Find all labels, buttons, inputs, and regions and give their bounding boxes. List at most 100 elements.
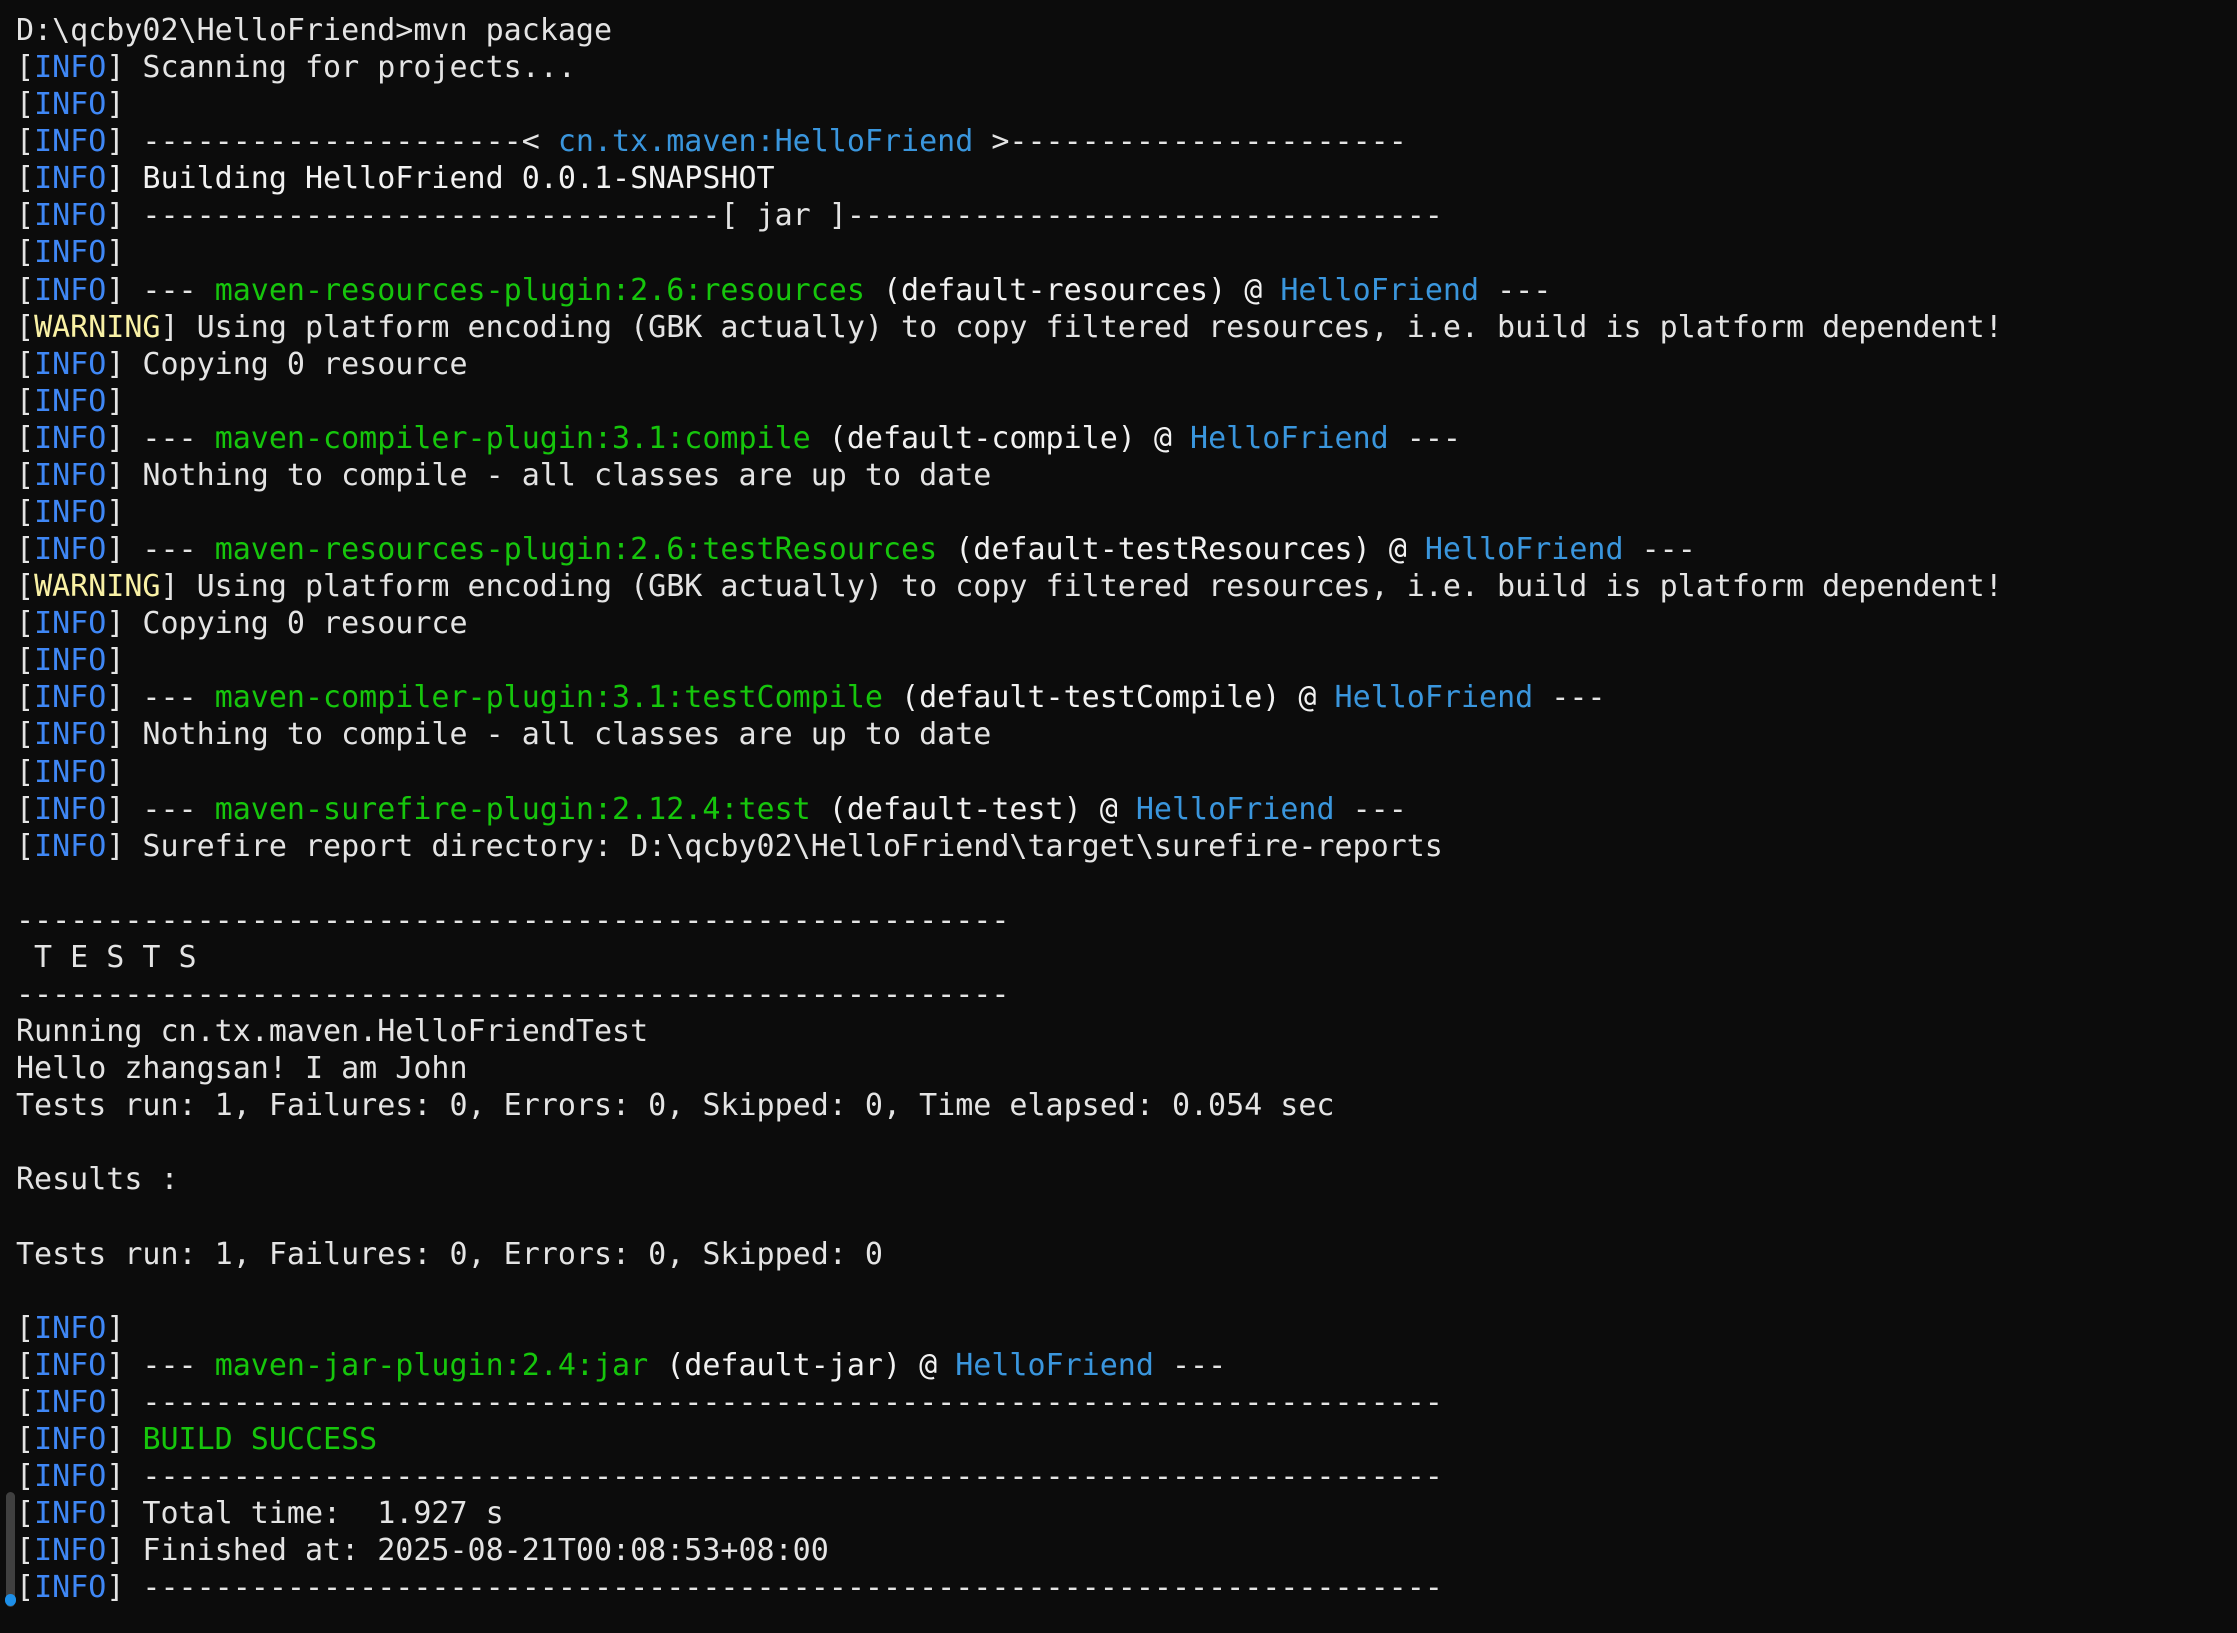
terminal-line: T E S T S (16, 939, 2221, 976)
line-text: --- (1479, 272, 1552, 308)
execution-id: (default-resources) @ (864, 272, 1281, 308)
plugin-goal: maven-jar-plugin:2.4:jar (214, 1347, 649, 1383)
execution-id: ] Building HelloFriend 0.0.1-SNAPSHOT (106, 161, 775, 197)
line-text: [ (16, 828, 35, 864)
line-text: ] Finished at: 2025-08-21T00:08:53+08:00 (106, 1533, 829, 1569)
line-text: ] --------------------------------------… (106, 1384, 1443, 1420)
line-text: --- (1533, 680, 1606, 716)
terminal-line: [WARNING] Using platform encoding (GBK a… (16, 309, 2221, 346)
line-text: [ (16, 457, 35, 493)
log-level-info: INFO (34, 1384, 107, 1420)
log-level-info: INFO (34, 791, 107, 827)
project-name: HelloFriend (1280, 272, 1480, 308)
line-text: [ (16, 1459, 35, 1495)
build-status: BUILD SUCCESS (142, 1421, 378, 1457)
terminal-line: ----------------------------------------… (16, 976, 2221, 1013)
terminal-output[interactable]: D:\qcby02\HelloFriend>mvn package [INFO] … (16, 12, 2221, 1633)
line-text: ] --------------------------------------… (106, 1570, 1443, 1606)
line-text: [ (16, 754, 35, 790)
line-text: [ (16, 1421, 35, 1457)
line-text: [ (16, 791, 35, 827)
terminal-line: [INFO] Building HelloFriend 0.0.1-SNAPSH… (16, 160, 2221, 197)
line-text: ] (106, 1310, 125, 1346)
log-level-info: INFO (34, 457, 107, 493)
line-text: ----------------------------------------… (16, 902, 1010, 938)
log-level-info: INFO (34, 420, 107, 456)
log-level-info: INFO (34, 1310, 107, 1346)
log-level-info: INFO (34, 161, 107, 197)
line-text: ] Scanning for projects... (106, 50, 576, 86)
log-level-info: INFO (34, 383, 107, 419)
line-text: Results : (16, 1162, 179, 1198)
line-text: Running cn.tx.maven.HelloFriendTest (16, 1014, 649, 1050)
line-text: >---------------------- (973, 124, 1407, 160)
terminal-line: Tests run: 1, Failures: 0, Errors: 0, Sk… (16, 1087, 2221, 1124)
execution-id: (default-test) @ (810, 791, 1136, 827)
line-text: [ (16, 272, 35, 308)
scrollbar-thumb[interactable] (5, 1594, 16, 1606)
line-text: ] (106, 643, 125, 679)
terminal-line: [INFO] (16, 234, 2221, 271)
line-text: ] (106, 383, 125, 419)
terminal-line: [INFO] ---------------------------------… (16, 1569, 2221, 1606)
terminal-line: [WARNING] Using platform encoding (GBK a… (16, 568, 2221, 605)
plugin-goal: maven-compiler-plugin:3.1:compile (214, 420, 811, 456)
line-text: Tests run: 1, Failures: 0, Errors: 0, Sk… (16, 1088, 1335, 1124)
terminal-line: [INFO] Total time: 1.927 s (16, 1495, 2221, 1532)
line-text: [ (16, 87, 35, 123)
line-text: [ (16, 1384, 35, 1420)
line-text: [ (16, 680, 35, 716)
terminal-line: Results : (16, 1161, 2221, 1198)
line-text: [ (16, 50, 35, 86)
line-text: ] Total time: 1.927 s (106, 1496, 504, 1532)
line-text: [ (16, 235, 35, 271)
terminal-line: [INFO] (16, 754, 2221, 791)
project-name: HelloFriend (1334, 680, 1534, 716)
plugin-goal: maven-resources-plugin:2.6:resources (214, 272, 865, 308)
log-level-info: INFO (34, 606, 107, 642)
terminal-line: [INFO] (16, 86, 2221, 123)
log-level-info: INFO (34, 346, 107, 382)
log-level-info: INFO (34, 495, 107, 531)
line-text: [ (16, 309, 35, 345)
log-level-warning: WARNING (34, 569, 161, 605)
log-level-info: INFO (34, 50, 107, 86)
terminal-line: [INFO] (16, 642, 2221, 679)
line-text: ] ---------------------< (106, 124, 558, 160)
plugin-goal: maven-compiler-plugin:3.1:testCompile (214, 680, 883, 716)
terminal-line: [INFO] Finished at: 2025-08-21T00:08:53+… (16, 1532, 2221, 1569)
line-text: ] Nothing to compile - all classes are u… (106, 717, 992, 753)
line-text: [ (16, 1310, 35, 1346)
line-text: ] (106, 495, 125, 531)
terminal-line: Running cn.tx.maven.HelloFriendTest (16, 1013, 2221, 1050)
execution-id: (default-jar) @ (648, 1347, 956, 1383)
line-text: ] (106, 235, 125, 271)
log-level-info: INFO (34, 717, 107, 753)
line-text: ] (106, 754, 125, 790)
terminal-line: ----------------------------------------… (16, 902, 2221, 939)
log-level-warning: WARNING (34, 309, 161, 345)
execution-id: (default-testResources) @ (937, 532, 1425, 568)
line-text: ] --- (106, 420, 215, 456)
line-text: [ (16, 124, 35, 160)
line-text: ] --- (106, 532, 215, 568)
log-level-info: INFO (34, 1533, 107, 1569)
line-text: ] Surefire report directory: D:\qcby02\H… (106, 828, 1443, 864)
line-text: --- (1334, 791, 1407, 827)
terminal-line: [INFO] --------------------------------[… (16, 197, 2221, 234)
line-text: ] --- (106, 791, 215, 827)
vertical-scrollbar[interactable] (6, 1492, 15, 1607)
plugin-goal: maven-surefire-plugin:2.12.4:test (214, 791, 811, 827)
line-text: Hello zhangsan! I am John (16, 1051, 468, 1087)
log-level-info: INFO (34, 198, 107, 234)
log-level-info: INFO (34, 643, 107, 679)
log-level-info: INFO (34, 1421, 107, 1457)
terminal-line: [INFO] Surefire report directory: D:\qcb… (16, 828, 2221, 865)
line-text: ] --- (106, 272, 215, 308)
terminal-line: [INFO] --- maven-jar-plugin:2.4:jar (def… (16, 1347, 2221, 1384)
line-text: [ (16, 161, 35, 197)
project-name: HelloFriend (1190, 420, 1389, 456)
